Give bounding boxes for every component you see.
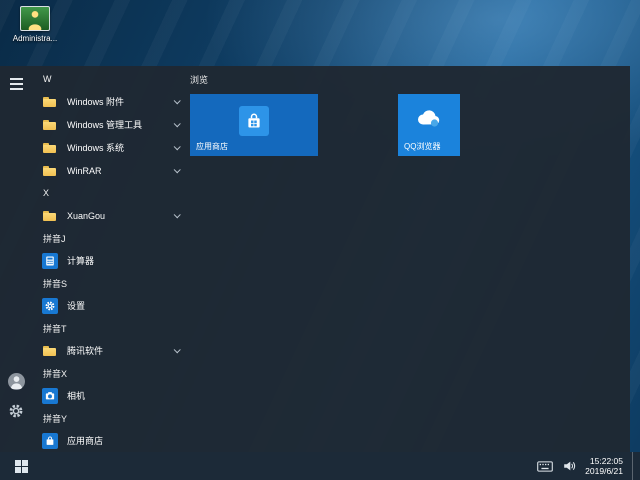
section-pinyin-t[interactable]: 拼音T [40,317,184,339]
start-menu-rail [0,66,32,452]
app-item-label: 计算器 [67,254,94,267]
tile-label: 应用商店 [196,141,228,152]
section-pinyin-j[interactable]: 拼音J [40,227,184,249]
chevron-down-icon[interactable] [174,143,181,150]
user-avatar-icon [8,373,25,390]
chevron-down-icon[interactable] [174,120,181,127]
volume-icon[interactable] [562,459,576,473]
app-item-label: 腾讯软件 [67,344,103,357]
section-pinyin-y[interactable]: 拼音Y [40,407,184,429]
start-button[interactable] [0,452,42,480]
section-label: W [43,74,52,84]
taskbar-clock[interactable]: 15:22:05 2019/6/21 [585,456,623,476]
chevron-down-icon[interactable] [174,97,181,104]
store-bag-icon [239,106,269,136]
tile-label: QQ浏览器 [404,141,440,152]
app-item-camera[interactable]: 相机 [40,384,184,407]
user-account-icon [20,6,50,31]
app-item-label: 设置 [67,299,85,312]
windows-logo-icon [15,460,28,473]
settings-gear-icon [42,298,58,314]
folder-icon [42,117,58,133]
section-pinyin-x[interactable]: 拼音X [40,362,184,384]
section-label: 拼音S [43,277,67,290]
section-label: 拼音J [43,232,66,245]
chevron-down-icon[interactable] [174,211,181,218]
chevron-down-icon[interactable] [174,346,181,353]
folder-icon [42,343,58,359]
section-w[interactable]: W [40,68,184,90]
clock-date: 2019/6/21 [585,466,623,476]
app-item-label: Windows 管理工具 [67,118,142,131]
shortcut-label: Administra... [6,34,64,43]
section-label: X [43,188,49,198]
app-item-windows-accessories[interactable]: Windows 附件 [40,90,184,113]
folder-icon [42,140,58,156]
tile-group-header[interactable]: 浏览 [190,73,208,86]
app-item-tencent-software[interactable]: 腾讯软件 [40,339,184,362]
store-bag-icon [42,433,58,449]
tile-app-store[interactable]: 应用商店 [190,94,318,156]
section-x[interactable]: X [40,182,184,204]
start-menu: W Windows 附件 Windows 管理工具 Windows 系统 Win… [0,66,630,452]
app-item-winrar[interactable]: WinRAR [40,159,184,182]
user-avatar-button[interactable] [7,372,25,390]
folder-icon [42,163,58,179]
app-item-label: WinRAR [67,166,102,176]
section-label: 拼音X [43,367,67,380]
screen: Administra... [0,0,640,480]
section-label: 拼音T [43,322,67,335]
app-list: W Windows 附件 Windows 管理工具 Windows 系统 Win… [40,68,184,452]
folder-icon [42,94,58,110]
app-item-settings[interactable]: 设置 [40,294,184,317]
app-item-windows-admin-tools[interactable]: Windows 管理工具 [40,113,184,136]
calculator-icon [42,253,58,269]
app-item-label: 应用商店 [67,434,103,447]
taskbar: 15:22:05 2019/6/21 [0,452,640,480]
keyboard-icon[interactable] [537,461,553,472]
qq-browser-icon [415,107,443,136]
chevron-down-icon[interactable] [174,166,181,173]
tile-qq-browser[interactable]: QQ浏览器 [398,94,460,156]
clock-time: 15:22:05 [585,456,623,466]
desktop-shortcut-administrator[interactable]: Administra... [6,6,64,43]
section-label: 拼音Y [43,412,67,425]
app-item-store[interactable]: 应用商店 [40,429,184,452]
app-item-xuangou[interactable]: XuanGou [40,204,184,227]
app-item-label: Windows 附件 [67,95,124,108]
gear-icon [8,403,24,419]
show-desktop-button[interactable] [632,452,636,480]
app-item-windows-system[interactable]: Windows 系统 [40,136,184,159]
hamburger-icon[interactable] [10,78,23,93]
section-pinyin-s[interactable]: 拼音S [40,272,184,294]
settings-button[interactable] [7,402,25,420]
camera-icon [42,388,58,404]
app-item-calculator[interactable]: 计算器 [40,249,184,272]
app-item-label: Windows 系统 [67,141,124,154]
app-item-label: XuanGou [67,211,105,221]
app-item-label: 相机 [67,389,85,402]
folder-icon [42,208,58,224]
system-tray: 15:22:05 2019/6/21 [537,452,636,480]
